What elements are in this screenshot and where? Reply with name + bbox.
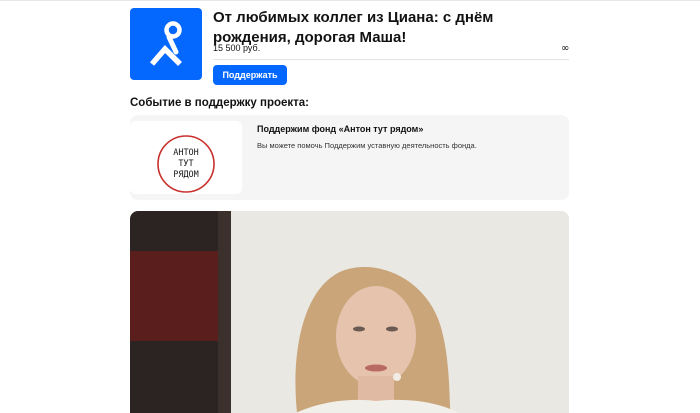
fund-card[interactable]: АНТОН ТУТ РЯДОМ Поддержим фонд «Антон ту… xyxy=(130,115,569,200)
event-section-heading: Событие в поддержку проекта: xyxy=(130,97,310,109)
fund-logo-text: РЯДОМ xyxy=(173,170,199,180)
fund-description: Вы можете помочь Поддержим уставную деят… xyxy=(257,141,477,150)
progress-bar xyxy=(213,59,569,60)
portrait-photo xyxy=(130,211,569,413)
top-divider xyxy=(0,0,700,1)
support-button[interactable]: Поддержать xyxy=(213,65,287,85)
fund-logo-text: ТУТ xyxy=(178,159,193,169)
collected-amount: 15 500 руб. xyxy=(213,43,261,53)
infinity-icon: ∞ xyxy=(561,43,570,54)
fund-name[interactable]: Поддержим фонд «Антон тут рядом» xyxy=(257,124,423,134)
fund-logo-text: АНТОН xyxy=(173,148,199,158)
campaign-title: От любимых коллег из Циана: с днём рожде… xyxy=(213,9,494,46)
fund-logo-icon: АНТОН ТУТ РЯДОМ xyxy=(130,121,242,194)
cian-logo-icon xyxy=(130,8,202,80)
